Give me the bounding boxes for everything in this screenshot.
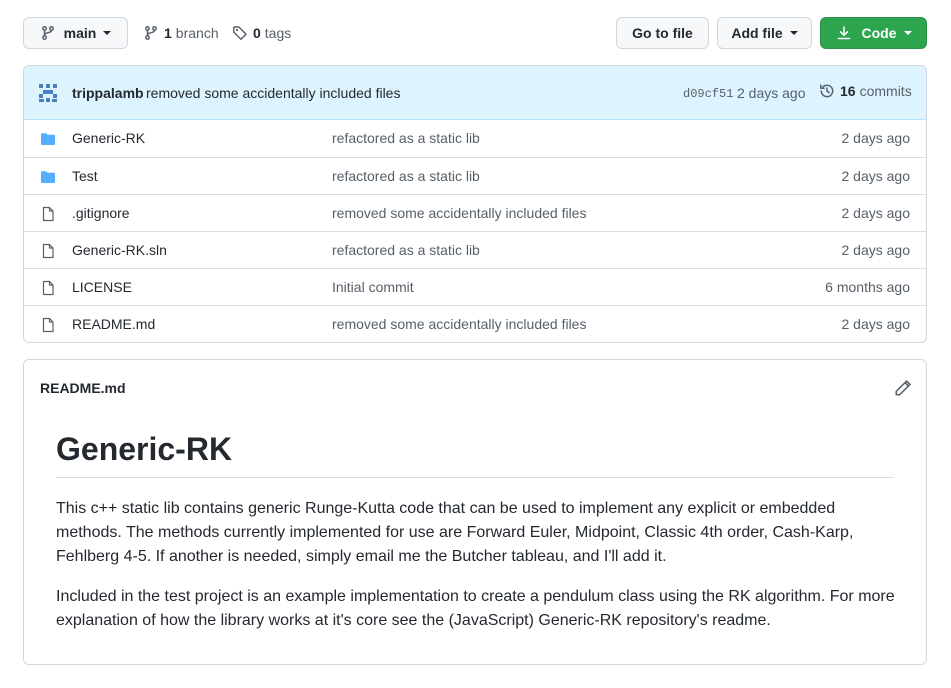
- avatar[interactable]: [37, 82, 59, 104]
- commit-author-link[interactable]: trippalamb: [72, 85, 144, 101]
- readme-panel: README.md Generic-RK This c++ static lib…: [23, 359, 927, 665]
- branches-count: 1: [164, 25, 172, 41]
- commit-age: 2 days ago: [737, 85, 806, 101]
- tags-label: tags: [264, 25, 292, 41]
- code-label: Code: [861, 25, 897, 41]
- branch-select-label: main: [63, 25, 97, 41]
- file-row[interactable]: LICENSE Initial commit 6 months ago: [24, 268, 926, 305]
- folder-icon: [40, 131, 56, 147]
- tag-icon: [233, 26, 247, 40]
- file-age: 2 days ago: [841, 168, 911, 184]
- file-age: 2 days ago: [841, 130, 911, 146]
- chevron-down-icon: [903, 31, 912, 35]
- repo-toolbar: main 1 branch 0 tags Go to file Add file…: [23, 17, 927, 49]
- file-age: 2 days ago: [841, 242, 911, 258]
- file-name-link[interactable]: .gitignore: [72, 205, 130, 221]
- file-name-link[interactable]: README.md: [72, 316, 155, 332]
- file-name-link[interactable]: Test: [72, 168, 98, 184]
- readme-heading: Generic-RK: [56, 431, 894, 479]
- file-icon: [40, 243, 56, 259]
- go-to-file-label: Go to file: [632, 25, 693, 41]
- branch-select-button[interactable]: main: [23, 17, 128, 49]
- file-icon: [40, 280, 56, 296]
- file-icon: [40, 206, 56, 222]
- git-branch-icon: [41, 26, 54, 40]
- file-browser: trippalamb removed some accidentally inc…: [23, 65, 927, 343]
- file-row[interactable]: Generic-RK.sln refactored as a static lib…: [24, 231, 926, 268]
- commits-history-link[interactable]: 16 commits: [819, 83, 912, 99]
- file-icon: [40, 317, 56, 333]
- file-commit-message-link[interactable]: removed some accidentally included files: [332, 316, 586, 332]
- file-age: 2 days ago: [841, 205, 911, 221]
- download-icon: [837, 26, 850, 40]
- file-row[interactable]: Generic-RK refactored as a static lib 2 da…: [24, 120, 926, 157]
- commits-label: commits: [859, 83, 912, 99]
- file-age: 6 months ago: [825, 279, 910, 295]
- commits-count: 16: [840, 83, 856, 99]
- chevron-down-icon: [789, 31, 798, 35]
- git-branch-icon: [145, 26, 157, 40]
- file-commit-message-link[interactable]: refactored as a static lib: [332, 242, 480, 258]
- file-commit-message-link[interactable]: removed some accidentally included files: [332, 205, 586, 221]
- file-commit-message-link[interactable]: refactored as a static lib: [332, 130, 480, 146]
- file-list: Generic-RK refactored as a static lib 2 da…: [24, 120, 926, 342]
- code-button[interactable]: Code: [820, 17, 927, 49]
- go-to-file-button[interactable]: Go to file: [616, 17, 709, 49]
- readme-filename[interactable]: README.md: [40, 380, 126, 396]
- readme-paragraph: This c++ static lib contains generic Run…: [56, 500, 854, 565]
- add-file-button[interactable]: Add file: [717, 17, 812, 49]
- file-row[interactable]: .gitignore removed some accidentally incl…: [24, 194, 926, 231]
- readme-paragraph: Included in the test project is an examp…: [56, 588, 895, 629]
- file-name-link[interactable]: Generic-RK.sln: [72, 242, 167, 258]
- branches-label: branch: [175, 25, 219, 41]
- commit-sha-link[interactable]: d09cf51: [683, 87, 733, 101]
- folder-icon: [40, 169, 56, 185]
- tags-count: 0: [253, 25, 261, 41]
- file-commit-message-link[interactable]: Initial commit: [332, 279, 414, 295]
- file-commit-message-link[interactable]: refactored as a static lib: [332, 168, 480, 184]
- branches-link[interactable]: 1 branch: [143, 17, 219, 49]
- latest-commit-bar: trippalamb removed some accidentally inc…: [24, 66, 926, 120]
- file-row[interactable]: README.md removed some accidentally inclu…: [24, 305, 926, 342]
- history-icon: [820, 84, 834, 98]
- tags-link[interactable]: 0 tags: [232, 17, 291, 49]
- chevron-down-icon: [103, 31, 112, 35]
- file-name-link[interactable]: LICENSE: [72, 279, 132, 295]
- file-row[interactable]: Test refactored as a static lib 2 days ago: [24, 157, 926, 194]
- file-age: 2 days ago: [841, 316, 911, 332]
- file-name-link[interactable]: Generic-RK: [72, 130, 145, 146]
- pencil-icon[interactable]: [894, 379, 912, 397]
- add-file-label: Add file: [731, 25, 783, 41]
- commit-message-link[interactable]: removed some accidentally included files: [146, 85, 400, 101]
